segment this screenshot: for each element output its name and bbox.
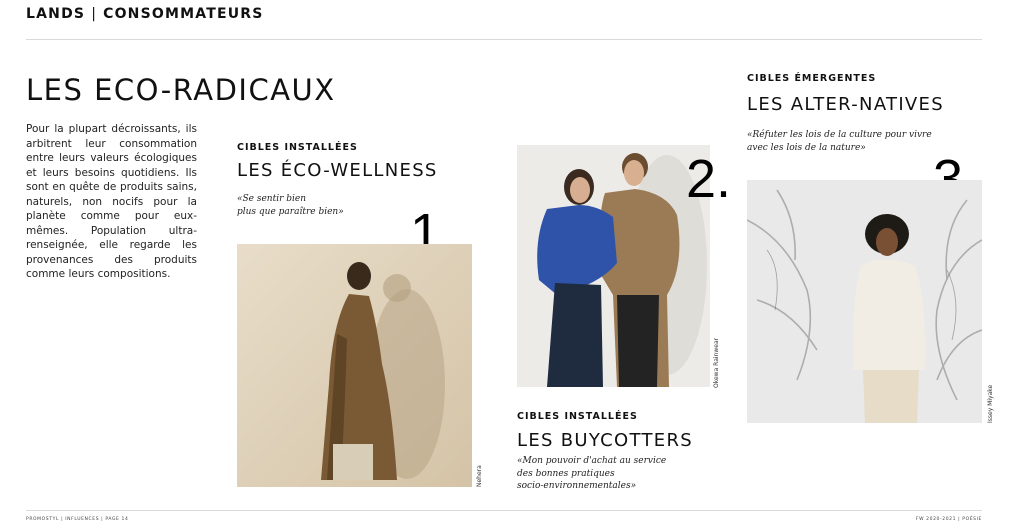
target-3-credit: Issey Miyake — [987, 384, 994, 423]
woman-coat-photo — [237, 244, 472, 487]
target-1-quote-line: «Se sentir bien — [237, 194, 307, 204]
footer-right: FW 2020-2021 | POÉSIE — [915, 517, 982, 522]
target-1-photo — [237, 244, 472, 487]
target-1-credit: Nehera — [476, 465, 483, 487]
header-separator: | — [91, 6, 98, 22]
target-3-title: LES ALTER-NATIVES — [747, 94, 944, 115]
target-3-quote: «Réfuter les lois de la culture pour viv… — [747, 129, 932, 154]
target-2-quote-line: «Mon pouvoir d'achat au service — [517, 456, 667, 466]
target-1-kicker: CIBLES INSTALLÉES — [237, 142, 358, 153]
target-2-number: 2. — [686, 149, 732, 209]
header-divider — [26, 39, 982, 40]
target-3-quote-line: «Réfuter les lois de la culture pour viv… — [747, 130, 932, 140]
footer-left: PROMOSTYL | INFLUENCES | PAGE 14 — [26, 517, 129, 522]
target-2-quote-line: des bonnes pratiques — [517, 468, 615, 479]
page-header: LANDS | CONSOMMATEURS — [26, 6, 264, 22]
man-branches-photo — [747, 180, 982, 423]
target-2-quote: «Mon pouvoir d'achat au service des bonn… — [517, 455, 666, 493]
header-brand: LANDS — [26, 6, 86, 22]
intro-paragraph: Pour la plupart décroissants, ils arbitr… — [26, 123, 197, 280]
header-section: CONSOMMATEURS — [103, 6, 264, 22]
target-2-quote-line: socio-environnementales» — [517, 481, 637, 491]
couple-photo — [517, 145, 710, 387]
target-2-photo — [517, 145, 710, 387]
target-1-quote: «Se sentir bien plus que paraître bien» — [237, 193, 344, 218]
target-2-kicker: CIBLES INSTALLÉES — [517, 411, 638, 422]
target-2-credit: Okewa Rainwear — [713, 337, 720, 388]
target-2-title: LES BUYCOTTERS — [517, 430, 693, 451]
target-3-photo — [747, 180, 982, 423]
target-3-kicker: CIBLES ÉMERGENTES — [747, 73, 877, 84]
target-1-title: LES ÉCO-WELLNESS — [237, 160, 438, 181]
footer-divider — [26, 510, 982, 511]
target-3-quote-line: avec les lois de la nature» — [747, 142, 866, 153]
target-1-quote-line: plus que paraître bien» — [237, 206, 344, 217]
page-title: LES ECO-RADICAUX — [26, 73, 336, 107]
